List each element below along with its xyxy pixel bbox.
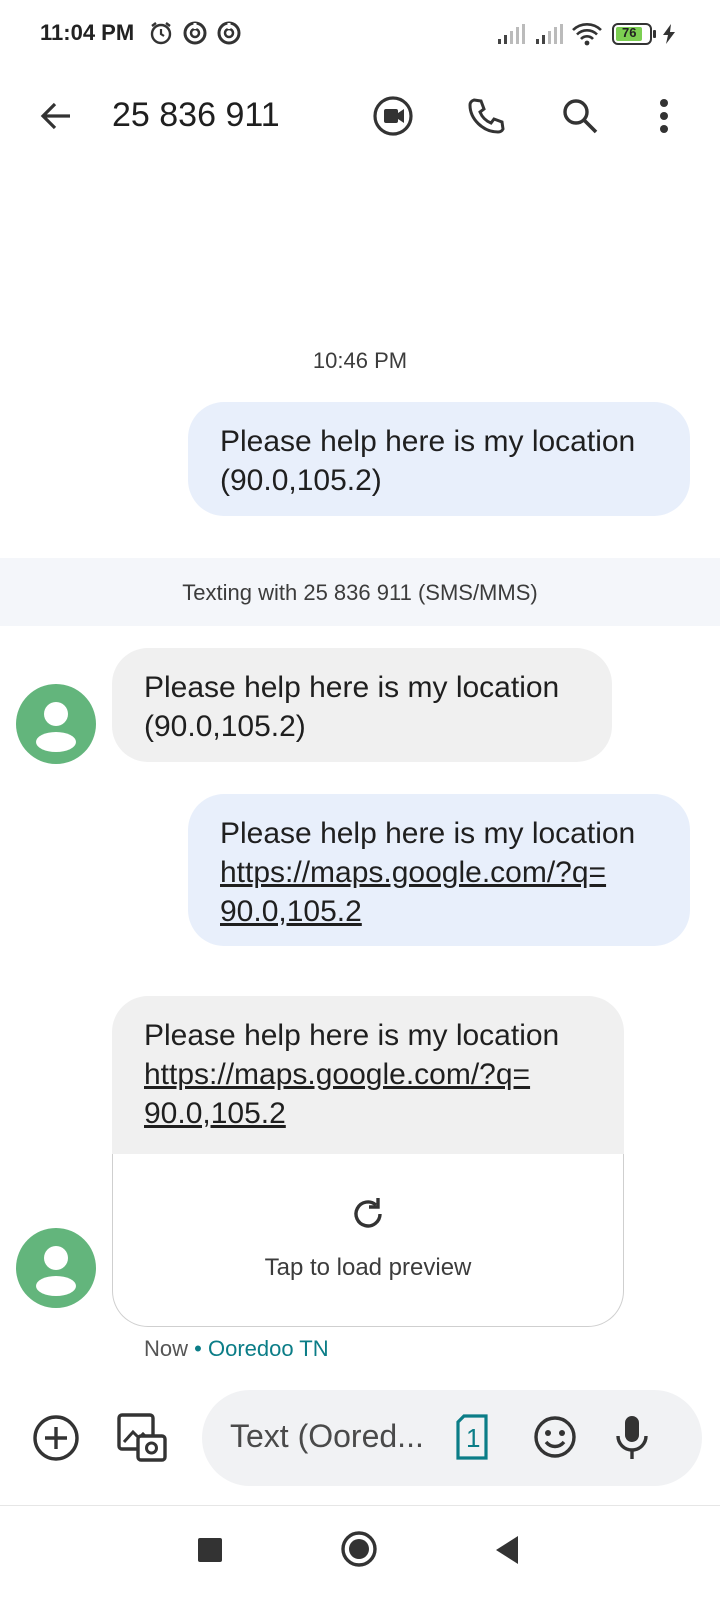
charging-icon	[662, 24, 676, 49]
message-input[interactable]: Text (Oored... 1	[202, 1390, 702, 1486]
recents-button[interactable]	[196, 1536, 224, 1564]
signal-icon	[498, 24, 526, 49]
more-vert-icon	[660, 99, 668, 133]
home-button[interactable]	[340, 1530, 378, 1568]
video-call-icon	[373, 96, 413, 136]
message-text: Please help here is my location	[144, 671, 560, 704]
add-attachment-button[interactable]	[28, 1410, 84, 1466]
mic-icon	[616, 1416, 648, 1459]
maps-link[interactable]: https://maps.google.com/?q=	[144, 1055, 559, 1094]
back-nav-button[interactable]	[492, 1534, 522, 1566]
message-text: Please help here is my location	[220, 425, 636, 458]
gallery-button[interactable]	[114, 1410, 170, 1466]
message-time: Now	[144, 1336, 189, 1361]
refresh-icon	[354, 1198, 382, 1228]
voice-input-button[interactable]	[612, 1412, 652, 1462]
message-text: Please help here is my location	[144, 1019, 560, 1052]
outgoing-message[interactable]: Please help here is my location (90.0,10…	[188, 402, 690, 516]
outgoing-message[interactable]: Please help here is my location https://…	[188, 794, 690, 946]
wifi-icon	[572, 22, 602, 51]
back-arrow-icon	[40, 102, 70, 130]
incoming-message: Please help here is my location https://…	[112, 996, 624, 1154]
texting-with-label: Texting with 25 836 911 (SMS/MMS)	[182, 580, 538, 605]
maps-link[interactable]: 90.0,105.2	[144, 1094, 559, 1133]
emoji-icon	[534, 1416, 576, 1458]
search-icon	[563, 99, 598, 134]
message-meta: Now • Ooredoo TN	[144, 1336, 329, 1362]
conversation-title: 25 836 911	[112, 96, 280, 134]
data-saver-icon	[216, 20, 242, 51]
carrier-label: Ooredoo TN	[207, 1336, 329, 1361]
circle-icon	[341, 1531, 377, 1567]
person-icon	[36, 702, 76, 752]
call-button[interactable]	[458, 88, 514, 144]
sim-number: 1	[466, 1423, 481, 1453]
status-bar: 11:04 PM 76	[0, 0, 720, 70]
alarm-icon	[148, 20, 174, 51]
triangle-back-icon	[496, 1536, 518, 1564]
add-circle-icon	[33, 1415, 79, 1461]
sim-selector-button[interactable]: 1	[454, 1414, 490, 1460]
contact-avatar[interactable]	[16, 684, 96, 764]
status-time: 11:04 PM	[40, 20, 135, 45]
phone-icon	[468, 98, 505, 134]
messages-screen: 11:04 PM 76 25 836 911 10:46 PM Please h…	[0, 0, 720, 1600]
system-nav-bar	[0, 1505, 720, 1600]
message-input-placeholder: Text (Oored...	[230, 1418, 424, 1454]
video-call-button[interactable]	[365, 88, 421, 144]
contact-avatar[interactable]	[16, 1228, 96, 1308]
conversation-info-band: Texting with 25 836 911 (SMS/MMS)	[0, 558, 720, 626]
signal-icon	[536, 24, 564, 49]
message-text: (90.0,105.2)	[220, 464, 382, 497]
battery-level: 76	[622, 25, 637, 40]
meta-separator: •	[194, 1336, 202, 1361]
search-button[interactable]	[552, 88, 608, 144]
maps-link[interactable]: 90.0,105.2	[220, 892, 658, 931]
maps-link[interactable]: https://maps.google.com/?q=	[220, 853, 658, 892]
data-saver-icon	[182, 20, 208, 51]
battery-icon: 76	[612, 22, 658, 51]
app-bar: 25 836 911	[0, 78, 720, 158]
emoji-button[interactable]	[530, 1412, 580, 1462]
gallery-icon	[117, 1413, 167, 1462]
square-icon	[198, 1538, 222, 1562]
person-icon	[36, 1246, 76, 1296]
incoming-message-with-preview[interactable]: Please help here is my location https://…	[112, 996, 624, 1328]
link-preview-button[interactable]: Tap to load preview	[112, 1154, 624, 1327]
message-text: (90.0,105.2)	[144, 710, 306, 743]
message-text: Please help here is my location	[220, 817, 636, 850]
tap-to-load-preview-label: Tap to load preview	[264, 1254, 472, 1281]
message-timestamp: 10:46 PM	[312, 348, 408, 373]
more-options-button[interactable]	[636, 88, 692, 144]
incoming-message[interactable]: Please help here is my location (90.0,10…	[112, 648, 612, 762]
back-button[interactable]	[28, 88, 84, 144]
